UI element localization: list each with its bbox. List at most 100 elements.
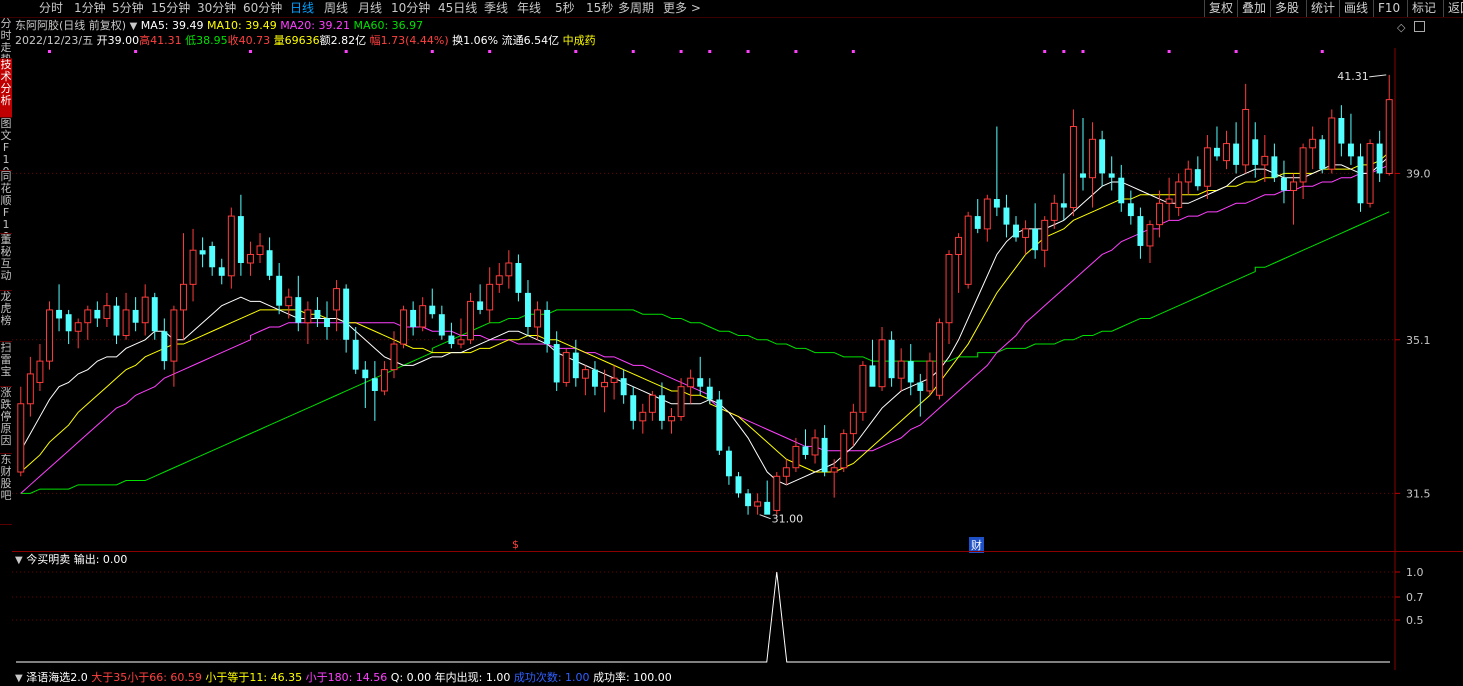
- ma-settings-icon[interactable]: ▼: [130, 21, 138, 32]
- candle-105: [1022, 220, 1030, 255]
- period-tab-14[interactable]: 15秒: [586, 0, 613, 17]
- sidebar-tab-0[interactable]: 分时走势: [0, 18, 12, 59]
- quote-volume: 量69636: [273, 34, 320, 47]
- period-tab-13[interactable]: 5秒: [555, 0, 575, 17]
- candle-94: [917, 373, 924, 417]
- indicator1-chart[interactable]: 1.0 0.7 0.5: [12, 552, 1463, 670]
- toolbar-button-3[interactable]: 统计: [1306, 0, 1335, 17]
- candle-53: [524, 280, 531, 336]
- candle-body: [917, 382, 924, 391]
- window-icon[interactable]: [1414, 21, 1425, 32]
- indicator-tick-0: 1.0: [1406, 566, 1424, 579]
- quote-sector[interactable]: 中成药: [563, 34, 596, 47]
- toolbar-button-7[interactable]: 返回: [1443, 0, 1463, 17]
- diamond-icon[interactable]: ◇: [1397, 21, 1405, 34]
- candle-body: [735, 476, 742, 494]
- toolbar-button-1[interactable]: 叠加: [1237, 0, 1266, 17]
- candle-98: [955, 233, 963, 293]
- event-mark-dollar[interactable]: $: [512, 538, 519, 551]
- candle-body: [524, 292, 531, 327]
- indicator2-menu-icon[interactable]: ▼: [15, 673, 23, 684]
- period-tab-2[interactable]: 5分钟: [112, 0, 144, 17]
- sidebar-tab-7[interactable]: 涨跌停原因: [0, 387, 12, 454]
- sidebar-tab-6[interactable]: 扫雷宝: [0, 342, 12, 387]
- indicator2-title[interactable]: 泽语海选2.0: [26, 671, 88, 684]
- candle-body: [380, 369, 388, 392]
- candle-140: [1357, 143, 1364, 212]
- signal-dot-11: [794, 50, 798, 53]
- candle-body: [668, 416, 675, 422]
- period-tab-0[interactable]: 分时: [39, 0, 63, 17]
- candle-19: [199, 237, 206, 268]
- candle-107: [1041, 216, 1049, 268]
- period-tab-15[interactable]: 多周期: [618, 0, 654, 17]
- period-tab-11[interactable]: 季线: [484, 0, 508, 17]
- period-tab-16[interactable]: 更多 >: [663, 0, 701, 17]
- candle-body: [94, 309, 101, 319]
- candle-body: [256, 245, 264, 255]
- candle-30: [304, 301, 312, 345]
- candle-9: [103, 292, 111, 327]
- candle-body: [1280, 177, 1287, 191]
- sidebar-tab-1[interactable]: 技术分析: [0, 59, 12, 118]
- period-tab-3[interactable]: 15分钟: [151, 0, 190, 17]
- candle-95: [926, 352, 934, 396]
- candle-body: [1146, 224, 1154, 247]
- signal-dot-8: [679, 50, 683, 53]
- period-tab-5[interactable]: 60分钟: [243, 0, 282, 17]
- candle-33: [333, 280, 341, 332]
- candle-96: [935, 318, 943, 400]
- period-tab-8[interactable]: 月线: [358, 0, 382, 17]
- candle-body: [343, 288, 350, 340]
- toolbar-button-4[interactable]: 画线: [1339, 0, 1368, 17]
- low-price-label: 31.00: [772, 513, 804, 526]
- candle-7: [84, 305, 92, 340]
- indicator1-line: [16, 571, 1390, 663]
- candle-114: [1108, 156, 1115, 191]
- candle-body: [888, 339, 895, 379]
- period-tab-7[interactable]: 周线: [324, 0, 348, 17]
- candle-body: [1299, 147, 1307, 183]
- candle-23: [237, 194, 244, 276]
- candle-43: [429, 288, 436, 319]
- period-tab-10[interactable]: 45日线: [438, 0, 477, 17]
- candle-100: [974, 199, 981, 234]
- ma5-label: MA5: 39.49: [140, 19, 204, 32]
- candle-76: [745, 489, 752, 515]
- period-tab-9[interactable]: 10分钟: [391, 0, 430, 17]
- toolbar-button-6[interactable]: 标记: [1407, 0, 1436, 17]
- period-tab-1[interactable]: 1分钟: [74, 0, 106, 17]
- candle-body: [84, 309, 92, 324]
- indicator2-item-3: Q: 0.00: [390, 671, 432, 684]
- candle-41: [410, 301, 417, 336]
- candle-body: [897, 360, 905, 379]
- candle-83: [811, 429, 819, 464]
- candle-50: [495, 263, 503, 293]
- candle-139: [1347, 113, 1354, 165]
- candle-89: [869, 339, 876, 387]
- candle-84: [821, 425, 828, 477]
- sidebar-tab-5[interactable]: 龙虎榜: [0, 291, 12, 342]
- candle-46: [457, 318, 465, 349]
- period-tab-4[interactable]: 30分钟: [197, 0, 236, 17]
- toolbar-button-0[interactable]: 复权: [1204, 0, 1233, 17]
- candle-body: [1194, 169, 1201, 187]
- signal-dot-0: [47, 50, 51, 53]
- sidebar-tab-2[interactable]: 图文F10: [0, 118, 12, 171]
- toolbar-button-2[interactable]: 多股: [1270, 0, 1299, 17]
- period-tab-6[interactable]: 日线: [290, 0, 314, 17]
- sidebar-tab-4[interactable]: 董秘互动: [0, 234, 12, 291]
- candle-body: [1233, 143, 1240, 165]
- period-tab-12[interactable]: 年线: [517, 0, 541, 17]
- toolbar-button-5[interactable]: F10: [1373, 0, 1400, 17]
- quote-open: 开39.00: [96, 34, 140, 47]
- candle-body: [1127, 203, 1134, 217]
- sidebar-tab-3[interactable]: 同花顺F10: [0, 171, 12, 234]
- candle-body: [304, 309, 312, 324]
- kline-chart[interactable]: 41.31 31.00 39.0 35.1 31.5: [12, 48, 1463, 552]
- candle-body: [544, 309, 551, 345]
- candle-body: [725, 450, 732, 477]
- candle-body: [56, 309, 63, 319]
- signal-dot-17: [1234, 50, 1238, 53]
- sidebar-tab-8[interactable]: 东财股吧: [0, 454, 12, 525]
